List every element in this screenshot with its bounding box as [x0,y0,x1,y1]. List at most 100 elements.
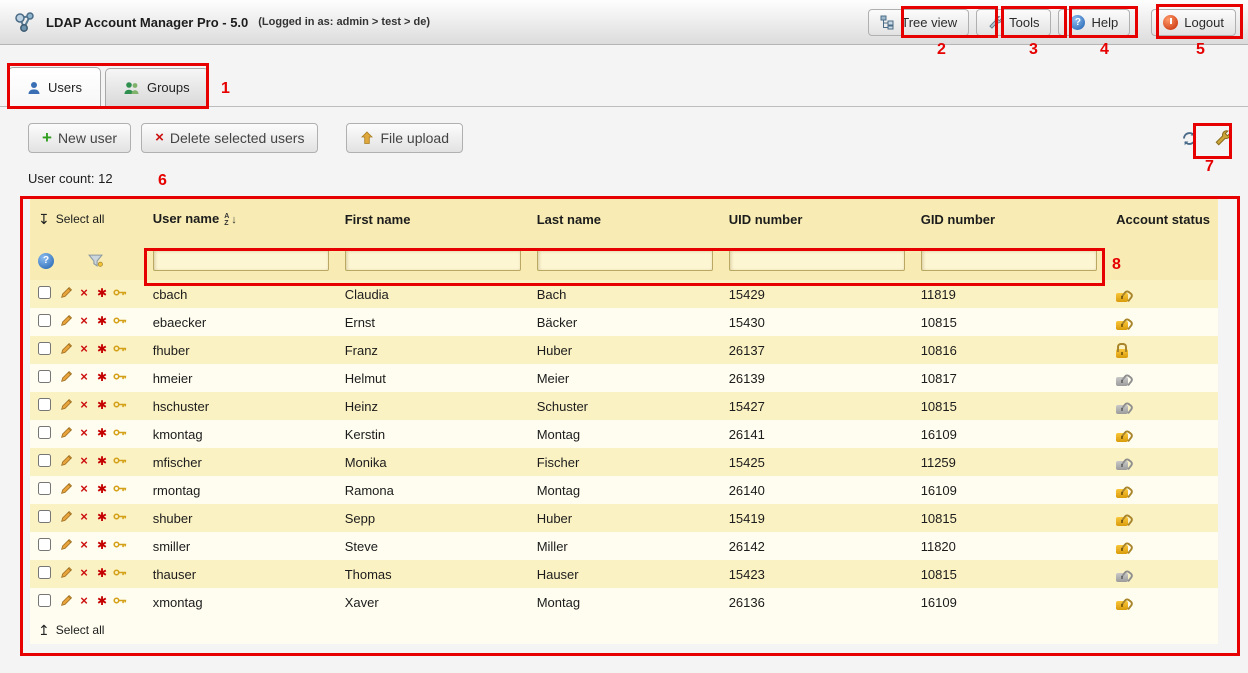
edit-user-icon[interactable] [59,594,73,607]
edit-user-icon[interactable] [59,566,73,579]
col-uid-number[interactable]: UID number [721,198,913,240]
edit-user-icon[interactable] [59,314,73,327]
edit-user-icon[interactable] [59,342,73,355]
delete-user-icon[interactable]: × [77,399,91,411]
edit-user-icon[interactable] [59,538,73,551]
create-pdf-icon[interactable]: ✱ [95,315,109,327]
edit-user-icon[interactable] [59,286,73,299]
edit-user-icon[interactable] [59,426,73,439]
new-user-button[interactable]: + New user [28,123,131,153]
delete-user-icon[interactable]: × [77,427,91,439]
change-password-key-icon[interactable] [113,428,127,437]
col-user-name[interactable]: User nameAZ↓ [145,198,337,240]
sort-ascending-icon[interactable]: AZ↓ [224,213,237,227]
user-row[interactable]: × ✱ hschuster Heinz Schuster 15427 10815 [30,392,1218,420]
edit-user-icon[interactable] [59,454,73,467]
edit-user-icon[interactable] [59,398,73,411]
logout-button[interactable]: Logout [1151,9,1236,36]
col-last-name[interactable]: Last name [529,198,721,240]
delete-user-icon[interactable]: × [77,539,91,551]
change-password-key-icon[interactable] [113,512,127,521]
create-pdf-icon[interactable]: ✱ [95,399,109,411]
filter-last-name-input[interactable] [537,249,713,271]
edit-user-icon[interactable] [59,370,73,383]
delete-user-icon[interactable]: × [77,511,91,523]
row-select-checkbox[interactable] [38,594,51,607]
row-select-checkbox[interactable] [38,510,51,523]
row-select-checkbox[interactable] [38,426,51,439]
select-all-bottom[interactable]: ↥ Select all [38,622,104,639]
change-password-key-icon[interactable] [113,316,127,325]
edit-user-icon[interactable] [59,510,73,523]
change-password-key-icon[interactable] [113,596,127,605]
user-row[interactable]: × ✱ ebaecker Ernst Bäcker 15430 10815 [30,308,1218,336]
user-rows: × ✱ cbach Claudia Bach 15429 11819 [30,280,1218,616]
row-select-checkbox[interactable] [38,482,51,495]
create-pdf-icon[interactable]: ✱ [95,511,109,523]
row-select-checkbox[interactable] [38,370,51,383]
col-gid-number[interactable]: GID number [913,198,1108,240]
user-row[interactable]: × ✱ shuber Sepp Huber 15419 10815 [30,504,1218,532]
create-pdf-icon[interactable]: ✱ [95,287,109,299]
delete-user-icon[interactable]: × [77,455,91,467]
create-pdf-icon[interactable]: ✱ [95,455,109,467]
row-select-checkbox[interactable] [38,314,51,327]
delete-user-icon[interactable]: × [77,371,91,383]
filter-uid-number-input[interactable] [729,249,905,271]
tools-button[interactable]: Tools [976,9,1051,36]
user-row[interactable]: × ✱ thauser Thomas Hauser 15423 10815 [30,560,1218,588]
delete-user-icon[interactable]: × [77,483,91,495]
create-pdf-icon[interactable]: ✱ [95,343,109,355]
delete-user-icon[interactable]: × [77,567,91,579]
change-password-key-icon[interactable] [113,568,127,577]
create-pdf-icon[interactable]: ✱ [95,595,109,607]
create-pdf-icon[interactable]: ✱ [95,483,109,495]
edit-user-icon[interactable] [59,482,73,495]
change-password-key-icon[interactable] [113,288,127,297]
delete-selected-users-button[interactable]: × Delete selected users [141,123,318,153]
wrench-settings-icon[interactable] [1214,129,1232,147]
user-row[interactable]: × ✱ hmeier Helmut Meier 26139 10817 [30,364,1218,392]
row-select-checkbox[interactable] [38,286,51,299]
select-all-top[interactable]: ↧ Select all [38,211,104,228]
change-password-key-icon[interactable] [113,400,127,409]
refresh-icon[interactable] [1181,130,1198,147]
filter-help-icon[interactable]: ? [38,253,54,269]
create-pdf-icon[interactable]: ✱ [95,371,109,383]
filter-funnel-icon[interactable] [88,253,103,268]
row-select-checkbox[interactable] [38,342,51,355]
filter-user-name-input[interactable] [153,249,329,271]
row-select-checkbox[interactable] [38,566,51,579]
user-row[interactable]: × ✱ fhuber Franz Huber 26137 10816 [30,336,1218,364]
tree-view-button[interactable]: Tree view [868,9,969,36]
delete-user-icon[interactable]: × [77,595,91,607]
user-row[interactable]: × ✱ rmontag Ramona Montag 26140 16109 [30,476,1218,504]
row-select-checkbox[interactable] [38,398,51,411]
delete-user-icon[interactable]: × [77,343,91,355]
create-pdf-icon[interactable]: ✱ [95,427,109,439]
row-select-checkbox[interactable] [38,538,51,551]
tab-users[interactable]: Users [8,67,101,107]
delete-user-icon[interactable]: × [77,287,91,299]
file-upload-button[interactable]: File upload [346,123,463,153]
change-password-key-icon[interactable] [113,540,127,549]
change-password-key-icon[interactable] [113,484,127,493]
change-password-key-icon[interactable] [113,344,127,353]
user-row[interactable]: × ✱ kmontag Kerstin Montag 26141 16109 [30,420,1218,448]
help-button[interactable]: ? Help [1058,9,1130,36]
tab-groups[interactable]: Groups [105,68,209,106]
filter-gid-number-input[interactable] [921,249,1097,271]
user-row[interactable]: × ✱ cbach Claudia Bach 15429 11819 [30,280,1218,308]
user-row[interactable]: × ✱ mfischer Monika Fischer 15425 11259 [30,448,1218,476]
change-password-key-icon[interactable] [113,456,127,465]
delete-user-icon[interactable]: × [77,315,91,327]
create-pdf-icon[interactable]: ✱ [95,567,109,579]
filter-first-name-input[interactable] [345,249,521,271]
change-password-key-icon[interactable] [113,372,127,381]
create-pdf-icon[interactable]: ✱ [95,539,109,551]
last-name-cell: Fischer [529,448,721,476]
col-first-name[interactable]: First name [337,198,529,240]
user-row[interactable]: × ✱ xmontag Xaver Montag 26136 16109 [30,588,1218,616]
user-row[interactable]: × ✱ smiller Steve Miller 26142 11820 [30,532,1218,560]
row-select-checkbox[interactable] [38,454,51,467]
